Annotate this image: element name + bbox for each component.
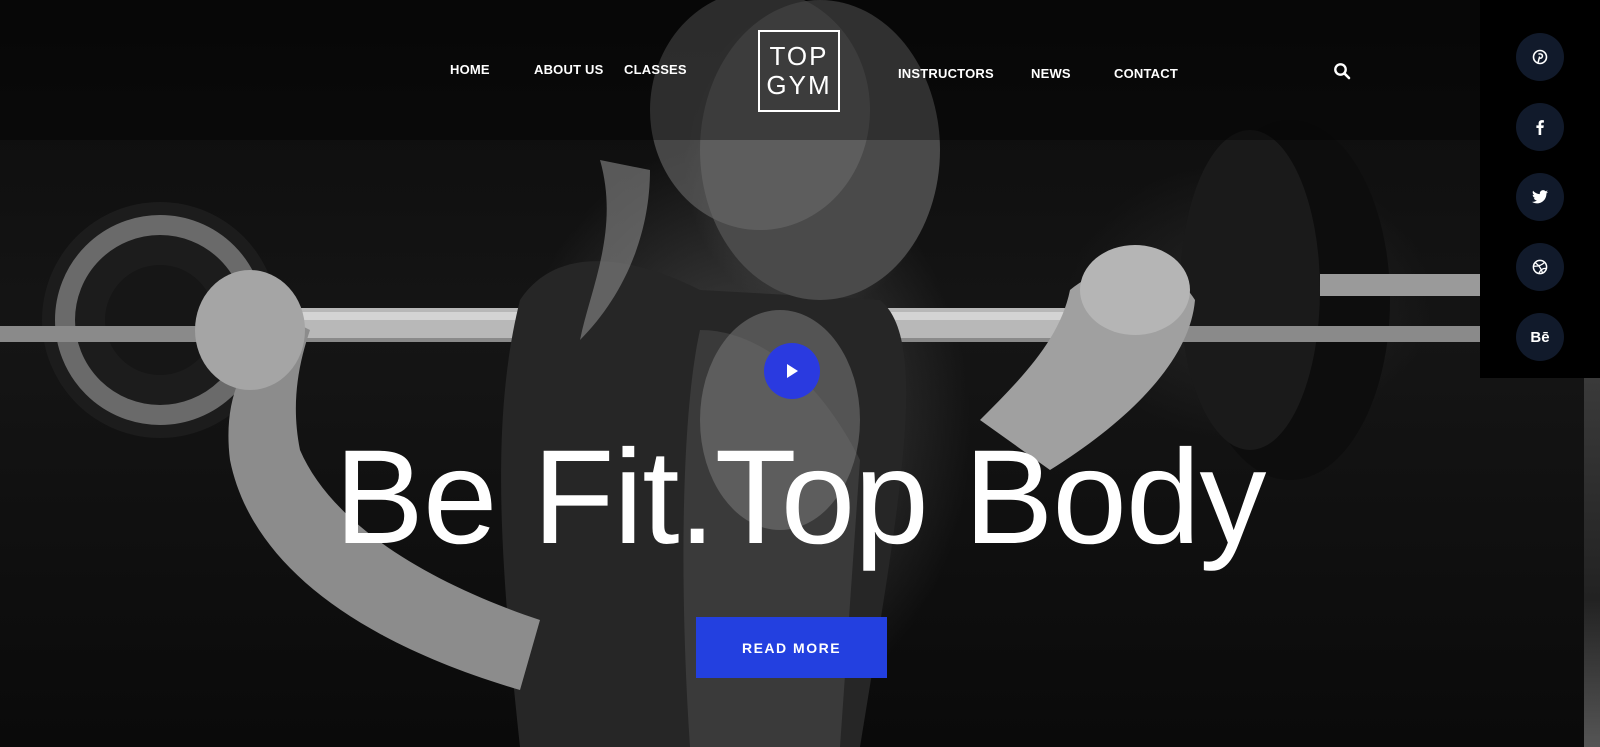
main-navigation: HOME ABOUT US CLASSES TOP GYM INSTRUCTOR… [0, 0, 1480, 140]
logo-line-gym: GYM [766, 70, 832, 100]
nav-item-home[interactable]: HOME [450, 62, 490, 77]
site-logo[interactable]: TOP GYM [758, 30, 840, 112]
facebook-button[interactable] [1516, 103, 1564, 151]
twitter-icon [1532, 190, 1548, 204]
read-more-button[interactable]: READ MORE [696, 617, 887, 678]
search-button[interactable] [1333, 62, 1353, 82]
nav-item-instructors[interactable]: INSTRUCTORS [898, 66, 994, 81]
background-edge-strip [1584, 378, 1600, 747]
social-sidebar: Bē [1480, 0, 1600, 378]
behance-button[interactable]: Bē [1516, 313, 1564, 361]
twitter-button[interactable] [1516, 173, 1564, 221]
nav-item-contact[interactable]: CONTACT [1114, 66, 1178, 81]
search-icon [1334, 63, 1351, 80]
hero-headline: Be Fit.Top Body [334, 423, 1267, 572]
nav-item-news[interactable]: NEWS [1031, 66, 1071, 81]
behance-icon: Bē [1530, 328, 1550, 346]
nav-item-classes[interactable]: CLASSES [624, 62, 687, 77]
play-icon [787, 364, 798, 378]
hero-section: HOME ABOUT US CLASSES TOP GYM INSTRUCTOR… [0, 0, 1600, 747]
play-video-button[interactable] [764, 343, 820, 399]
pinterest-icon [1532, 49, 1548, 65]
logo-line-top: TOP [769, 41, 829, 71]
dribbble-button[interactable] [1516, 243, 1564, 291]
facebook-icon [1536, 120, 1544, 135]
pinterest-button[interactable] [1516, 33, 1564, 81]
nav-item-about-us[interactable]: ABOUT US [534, 62, 604, 77]
dribbble-icon [1532, 259, 1548, 275]
